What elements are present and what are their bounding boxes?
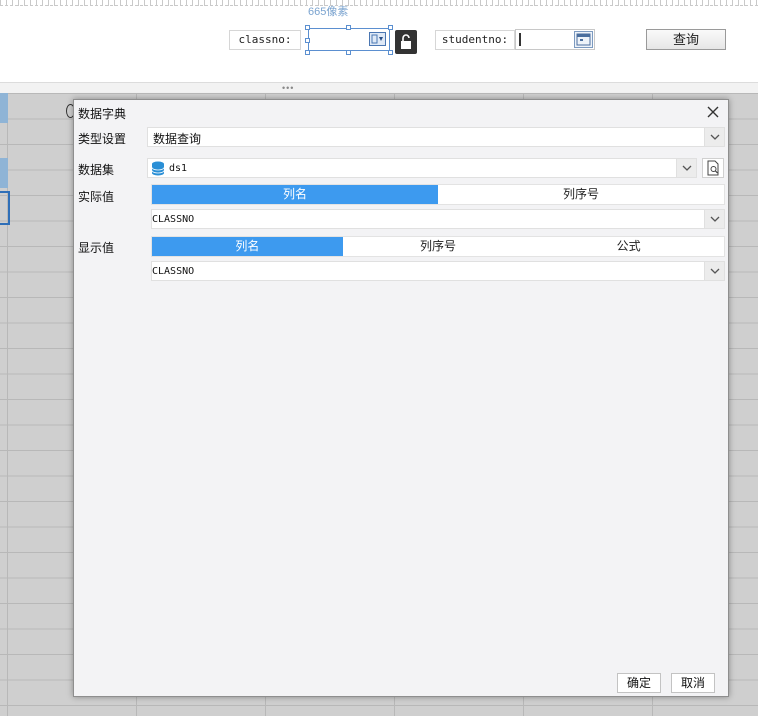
resize-handle[interactable] <box>388 50 393 55</box>
classno-combo-widget[interactable] <box>308 28 390 51</box>
actual-value-tabs: 列名 列序号 <box>151 184 725 205</box>
type-select-value: 数据查询 <box>153 132 202 146</box>
close-icon[interactable] <box>704 103 722 121</box>
query-button[interactable]: 查询 <box>646 29 726 50</box>
resize-handle[interactable] <box>305 25 310 30</box>
ruler <box>0 0 758 6</box>
lock-icon[interactable] <box>395 30 417 54</box>
type-label: 类型设置 <box>78 132 127 146</box>
pane-splitter[interactable] <box>0 82 758 93</box>
width-hint: 665像素 <box>308 6 349 18</box>
resize-handle[interactable] <box>305 50 310 55</box>
display-value-label: 显示值 <box>78 241 115 255</box>
splitter-grip-icon[interactable]: ••• <box>282 84 294 93</box>
selected-cell[interactable] <box>0 191 10 225</box>
preview-dataset-icon[interactable] <box>702 158 724 178</box>
chevron-down-icon[interactable] <box>676 159 696 177</box>
studentno-label: studentno: <box>435 30 515 50</box>
actual-column-select[interactable]: CLASSNO <box>151 209 725 229</box>
actual-value-label: 实际值 <box>78 190 115 204</box>
chevron-down-icon[interactable] <box>704 128 724 146</box>
resize-handle[interactable] <box>388 25 393 30</box>
tab-display-column-name[interactable]: 列名 <box>152 237 343 256</box>
display-column-value: CLASSNO <box>152 266 195 277</box>
data-dictionary-dialog: 数据字典 类型设置 数据查询 数据集 ds1 实际值 列名 列序号 CLASSN… <box>73 99 729 697</box>
dataset-select[interactable]: ds1 <box>147 158 697 178</box>
display-value-tabs: 列名 列序号 公式 <box>151 236 725 257</box>
calendar-icon[interactable] <box>574 31 593 48</box>
row-header-highlight <box>0 93 8 123</box>
row-header-highlight-2 <box>0 158 8 188</box>
resize-handle[interactable] <box>346 50 351 55</box>
parameter-pane: 665像素 classno: studentno: 查询 <box>0 0 758 82</box>
tab-actual-column-index[interactable]: 列序号 <box>438 185 724 204</box>
studentno-date-widget[interactable] <box>515 29 595 50</box>
text-cursor <box>519 33 521 46</box>
display-column-select[interactable]: CLASSNO <box>151 261 725 281</box>
tab-actual-column-name[interactable]: 列名 <box>152 185 438 204</box>
resize-handle[interactable] <box>305 38 310 43</box>
chevron-down-icon[interactable] <box>704 210 724 228</box>
dataset-select-value: ds1 <box>169 163 188 174</box>
type-select[interactable]: 数据查询 <box>147 127 725 147</box>
ok-button[interactable]: 确定 <box>617 673 661 693</box>
actual-column-value: CLASSNO <box>152 214 195 225</box>
dialog-title: 数据字典 <box>78 107 127 121</box>
tab-display-formula[interactable]: 公式 <box>533 237 724 256</box>
chevron-down-icon[interactable] <box>704 262 724 280</box>
resize-handle[interactable] <box>346 25 351 30</box>
cancel-button[interactable]: 取消 <box>671 673 715 693</box>
classno-label: classno: <box>229 30 301 50</box>
dropdown-toggle-icon[interactable] <box>369 32 386 46</box>
tab-display-column-index[interactable]: 列序号 <box>343 237 534 256</box>
database-icon <box>151 161 165 179</box>
dataset-label: 数据集 <box>78 163 115 177</box>
